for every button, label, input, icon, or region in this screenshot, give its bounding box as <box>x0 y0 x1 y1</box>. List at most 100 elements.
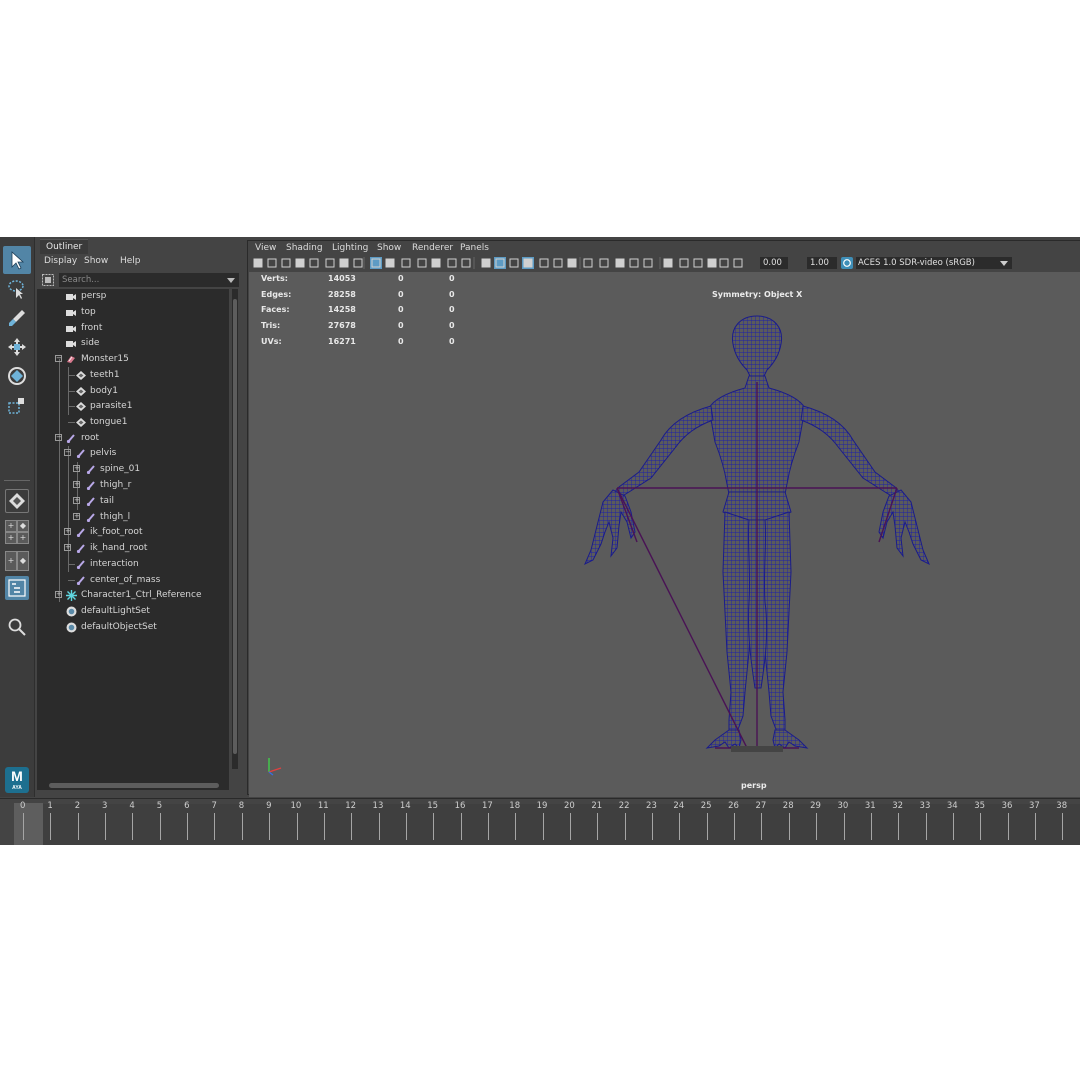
menu-view[interactable]: View <box>255 241 276 255</box>
lasso-tool-icon[interactable] <box>3 275 31 303</box>
list-item[interactable]: + Character1_Ctrl_Reference <box>37 588 227 603</box>
toolbar-button-icon[interactable] <box>385 258 395 268</box>
four-pane-layout-icon-c[interactable]: + <box>5 532 17 544</box>
scrollbar-thumb[interactable] <box>233 299 237 754</box>
paint-select-tool-icon[interactable] <box>3 304 31 332</box>
creature-wireframe-model[interactable] <box>579 312 939 752</box>
four-pane-layout-icon-d[interactable]: + <box>17 532 29 544</box>
list-item[interactable]: teeth1 <box>37 368 227 383</box>
scrollbar-thumb[interactable] <box>49 783 219 788</box>
expand-icon[interactable]: + <box>55 591 62 598</box>
chevron-down-icon[interactable] <box>1000 261 1008 266</box>
list-item[interactable]: + ik_hand_root <box>37 541 227 556</box>
toolbar-button-icon[interactable] <box>481 258 491 268</box>
toolbar-button-icon[interactable] <box>295 258 305 268</box>
list-item[interactable]: + thigh_l <box>37 510 227 525</box>
toolbar-button-icon[interactable] <box>707 258 717 268</box>
color-space-dropdown[interactable]: ACES 1.0 SDR-video (sRGB) <box>856 257 1012 269</box>
toolbar-button-icon[interactable] <box>663 258 673 268</box>
toolbar-button-icon[interactable] <box>615 258 625 268</box>
toolbar-button-icon[interactable] <box>693 258 703 268</box>
two-pane-layout-icon-b[interactable]: ◆ <box>17 551 29 571</box>
menu-shading[interactable]: Shading <box>286 241 323 255</box>
viewport-toolbar-icons[interactable] <box>248 255 848 271</box>
menu-renderer[interactable]: Renderer <box>412 241 453 255</box>
toolbar-button-icon[interactable] <box>353 258 363 268</box>
toolbar-button-icon[interactable] <box>679 258 689 268</box>
outliner-layout-icon[interactable] <box>5 576 29 600</box>
select-tool-icon[interactable] <box>3 246 31 274</box>
toolbar-button-icon[interactable] <box>401 258 411 268</box>
menu-show[interactable]: Show <box>84 254 108 268</box>
list-item[interactable]: + thigh_r <box>37 478 227 493</box>
list-item[interactable]: parasite1 <box>37 399 227 414</box>
outliner-horizontal-scrollbar[interactable] <box>37 781 229 790</box>
expand-icon[interactable]: + <box>73 465 80 472</box>
gamma-field[interactable]: 1.00 <box>807 257 837 269</box>
toolbar-button-icon[interactable] <box>325 258 335 268</box>
toolbar-button-icon[interactable] <box>281 258 291 268</box>
list-item[interactable]: + tail <box>37 494 227 509</box>
search-options-chevron-icon[interactable] <box>227 278 235 283</box>
toolbar-button-icon[interactable] <box>553 258 563 268</box>
expand-icon[interactable]: + <box>73 497 80 504</box>
outliner-search-input[interactable]: Search... <box>59 273 239 287</box>
outliner-vertical-scrollbar[interactable] <box>232 289 238 769</box>
toolbar-button-icon[interactable] <box>309 258 319 268</box>
menu-help[interactable]: Help <box>120 254 141 268</box>
two-pane-layout-icon[interactable]: + <box>5 551 17 571</box>
toolbar-button-icon[interactable] <box>643 258 653 268</box>
toolbar-button-icon[interactable] <box>583 258 593 268</box>
toolbar-button-icon[interactable] <box>339 258 349 268</box>
toolbar-button-icon[interactable] <box>253 258 263 268</box>
toolbar-button-icon[interactable] <box>599 258 609 268</box>
collapse-icon[interactable]: − <box>55 434 62 441</box>
time-slider[interactable]: 0 1 2 3 4 5 6 7 8 9 10 11 12 13 14 15 16 17 18 19 20 21 22 23 24… <box>0 798 1080 845</box>
toolbar-button-icon[interactable] <box>629 258 639 268</box>
viewport-persp[interactable]: Verts: 14053 0 0 Edges: 28258 0 0 Faces:… <box>249 272 1080 797</box>
collapse-icon[interactable]: − <box>55 355 62 362</box>
exposure-field[interactable]: 0.00 <box>760 257 788 269</box>
toolbar-button-icon[interactable] <box>719 258 729 268</box>
list-item[interactable]: + ik_foot_root <box>37 525 227 540</box>
list-item[interactable]: interaction <box>37 557 227 572</box>
rotate-tool-icon[interactable] <box>3 362 31 390</box>
list-item[interactable]: − root <box>37 431 227 446</box>
expand-icon[interactable]: + <box>73 513 80 520</box>
menu-lighting[interactable]: Lighting <box>332 241 368 255</box>
single-pane-layout-icon[interactable] <box>5 489 29 513</box>
list-item[interactable]: persp <box>37 289 227 304</box>
current-frame-marker[interactable] <box>14 803 43 845</box>
list-item[interactable]: front <box>37 321 227 336</box>
collapse-icon[interactable]: − <box>64 449 71 456</box>
toolbar-button-icon[interactable] <box>523 258 533 268</box>
list-item[interactable]: center_of_mass <box>37 573 227 588</box>
toolbar-button-icon[interactable] <box>539 258 549 268</box>
toolbar-button-icon[interactable] <box>509 258 519 268</box>
list-item[interactable]: body1 <box>37 384 227 399</box>
list-item[interactable]: tongue1 <box>37 415 227 430</box>
filter-icon[interactable] <box>41 273 55 287</box>
scale-tool-icon[interactable] <box>3 391 31 419</box>
toolbar-button-icon[interactable] <box>267 258 277 268</box>
move-tool-icon[interactable] <box>3 333 31 361</box>
four-pane-layout-icon[interactable]: + <box>5 520 17 532</box>
toolbar-button-icon[interactable] <box>733 258 743 268</box>
list-item[interactable]: side <box>37 336 227 351</box>
menu-show[interactable]: Show <box>377 241 401 255</box>
menu-panels[interactable]: Panels <box>460 241 489 255</box>
toolbar-button-icon[interactable] <box>431 258 441 268</box>
toolbar-button-icon[interactable] <box>417 258 427 268</box>
four-pane-layout-icon-b[interactable]: ◆ <box>17 520 29 532</box>
list-item[interactable]: + spine_01 <box>37 462 227 477</box>
expand-icon[interactable]: + <box>64 544 71 551</box>
menu-display[interactable]: Display <box>44 254 77 268</box>
list-item[interactable]: defaultObjectSet <box>37 620 227 635</box>
toolbar-button-icon[interactable] <box>567 258 577 268</box>
toolbar-button-icon[interactable] <box>447 258 457 268</box>
toolbar-button-icon[interactable] <box>461 258 471 268</box>
search-icon[interactable] <box>3 613 31 641</box>
list-item[interactable]: defaultLightSet <box>37 604 227 619</box>
color-management-icon[interactable] <box>841 257 853 269</box>
list-item[interactable]: top <box>37 305 227 320</box>
